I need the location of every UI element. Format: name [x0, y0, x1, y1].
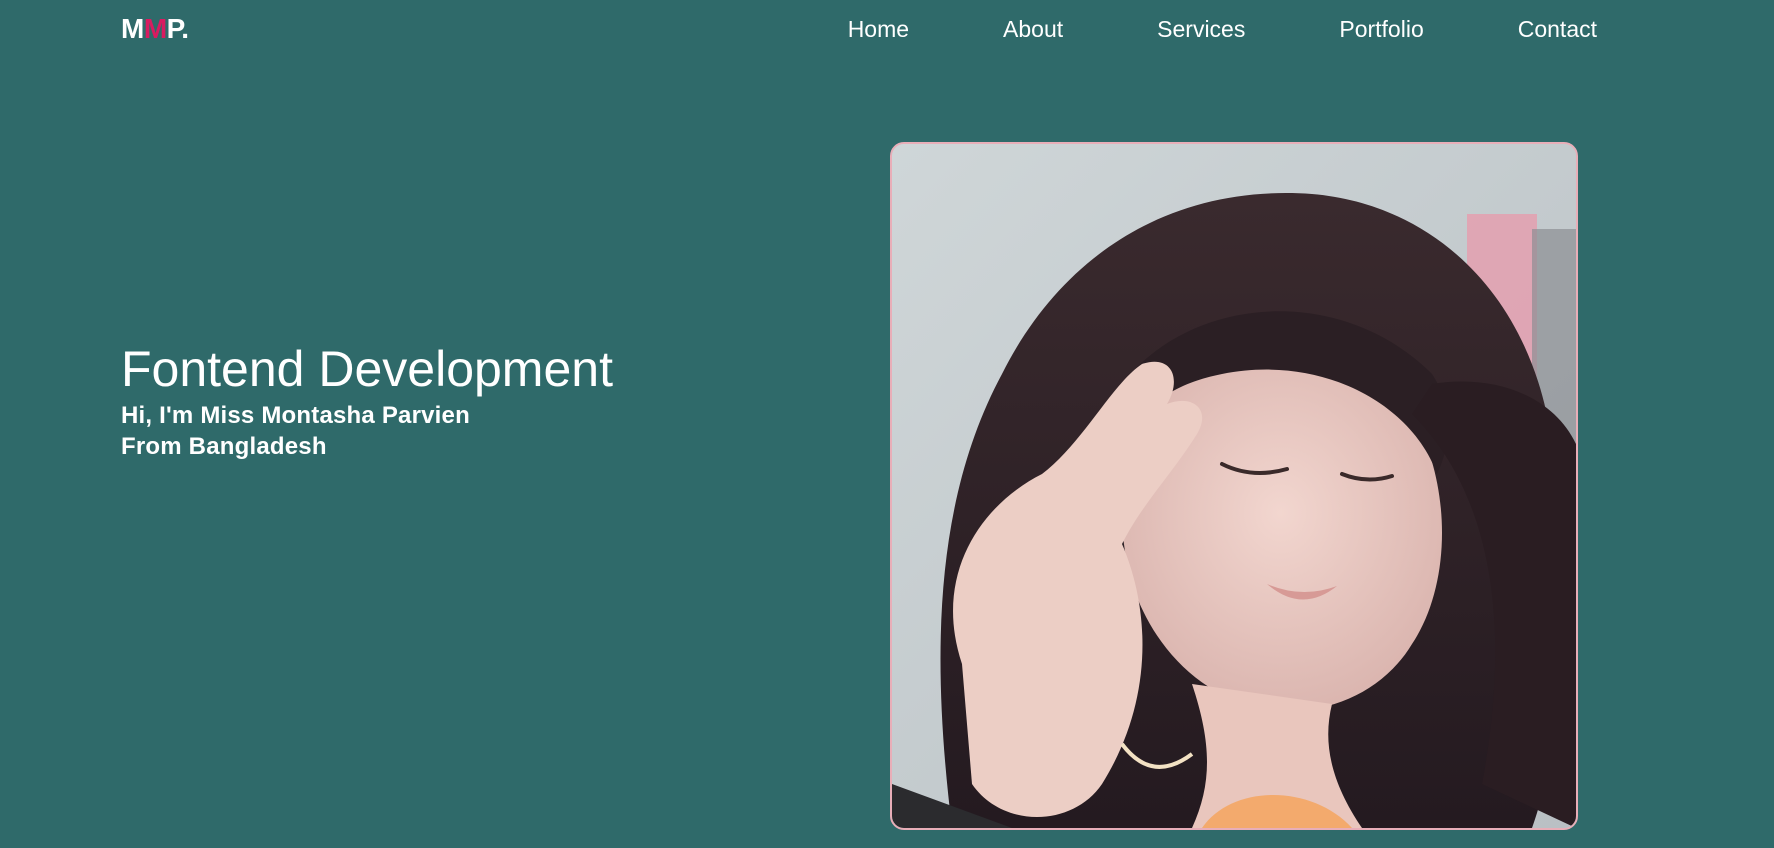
logo-letter-3: P.	[166, 13, 189, 44]
nav-home-link[interactable]: Home	[848, 16, 909, 42]
hero-subtitle-line1: Hi, I'm Miss Montasha Parvien	[121, 402, 470, 429]
hero-subtitle-line2: From Bangladesh	[121, 433, 327, 460]
nav-links: Home About Services Portfolio Contact	[848, 16, 1597, 42]
navbar: MMP. Home About Services Portfolio Conta…	[0, 0, 1774, 60]
logo-letter-1: M	[121, 13, 144, 44]
hero-title: Fontend Development	[121, 341, 613, 397]
nav-services-link[interactable]: Services	[1157, 16, 1245, 42]
profile-photo	[890, 142, 1578, 830]
profile-photo-illustration	[892, 144, 1576, 828]
nav-about-link[interactable]: About	[1003, 16, 1063, 42]
hero-text: Fontend Development Hi, I'm Miss Montash…	[121, 340, 613, 462]
hero-subtitle: Hi, I'm Miss Montasha Parvien From Bangl…	[121, 400, 613, 462]
logo-letter-accent: M	[143, 13, 167, 44]
logo[interactable]: MMP.	[121, 13, 189, 45]
nav-contact-link[interactable]: Contact	[1518, 16, 1597, 42]
nav-portfolio-link[interactable]: Portfolio	[1339, 16, 1423, 42]
